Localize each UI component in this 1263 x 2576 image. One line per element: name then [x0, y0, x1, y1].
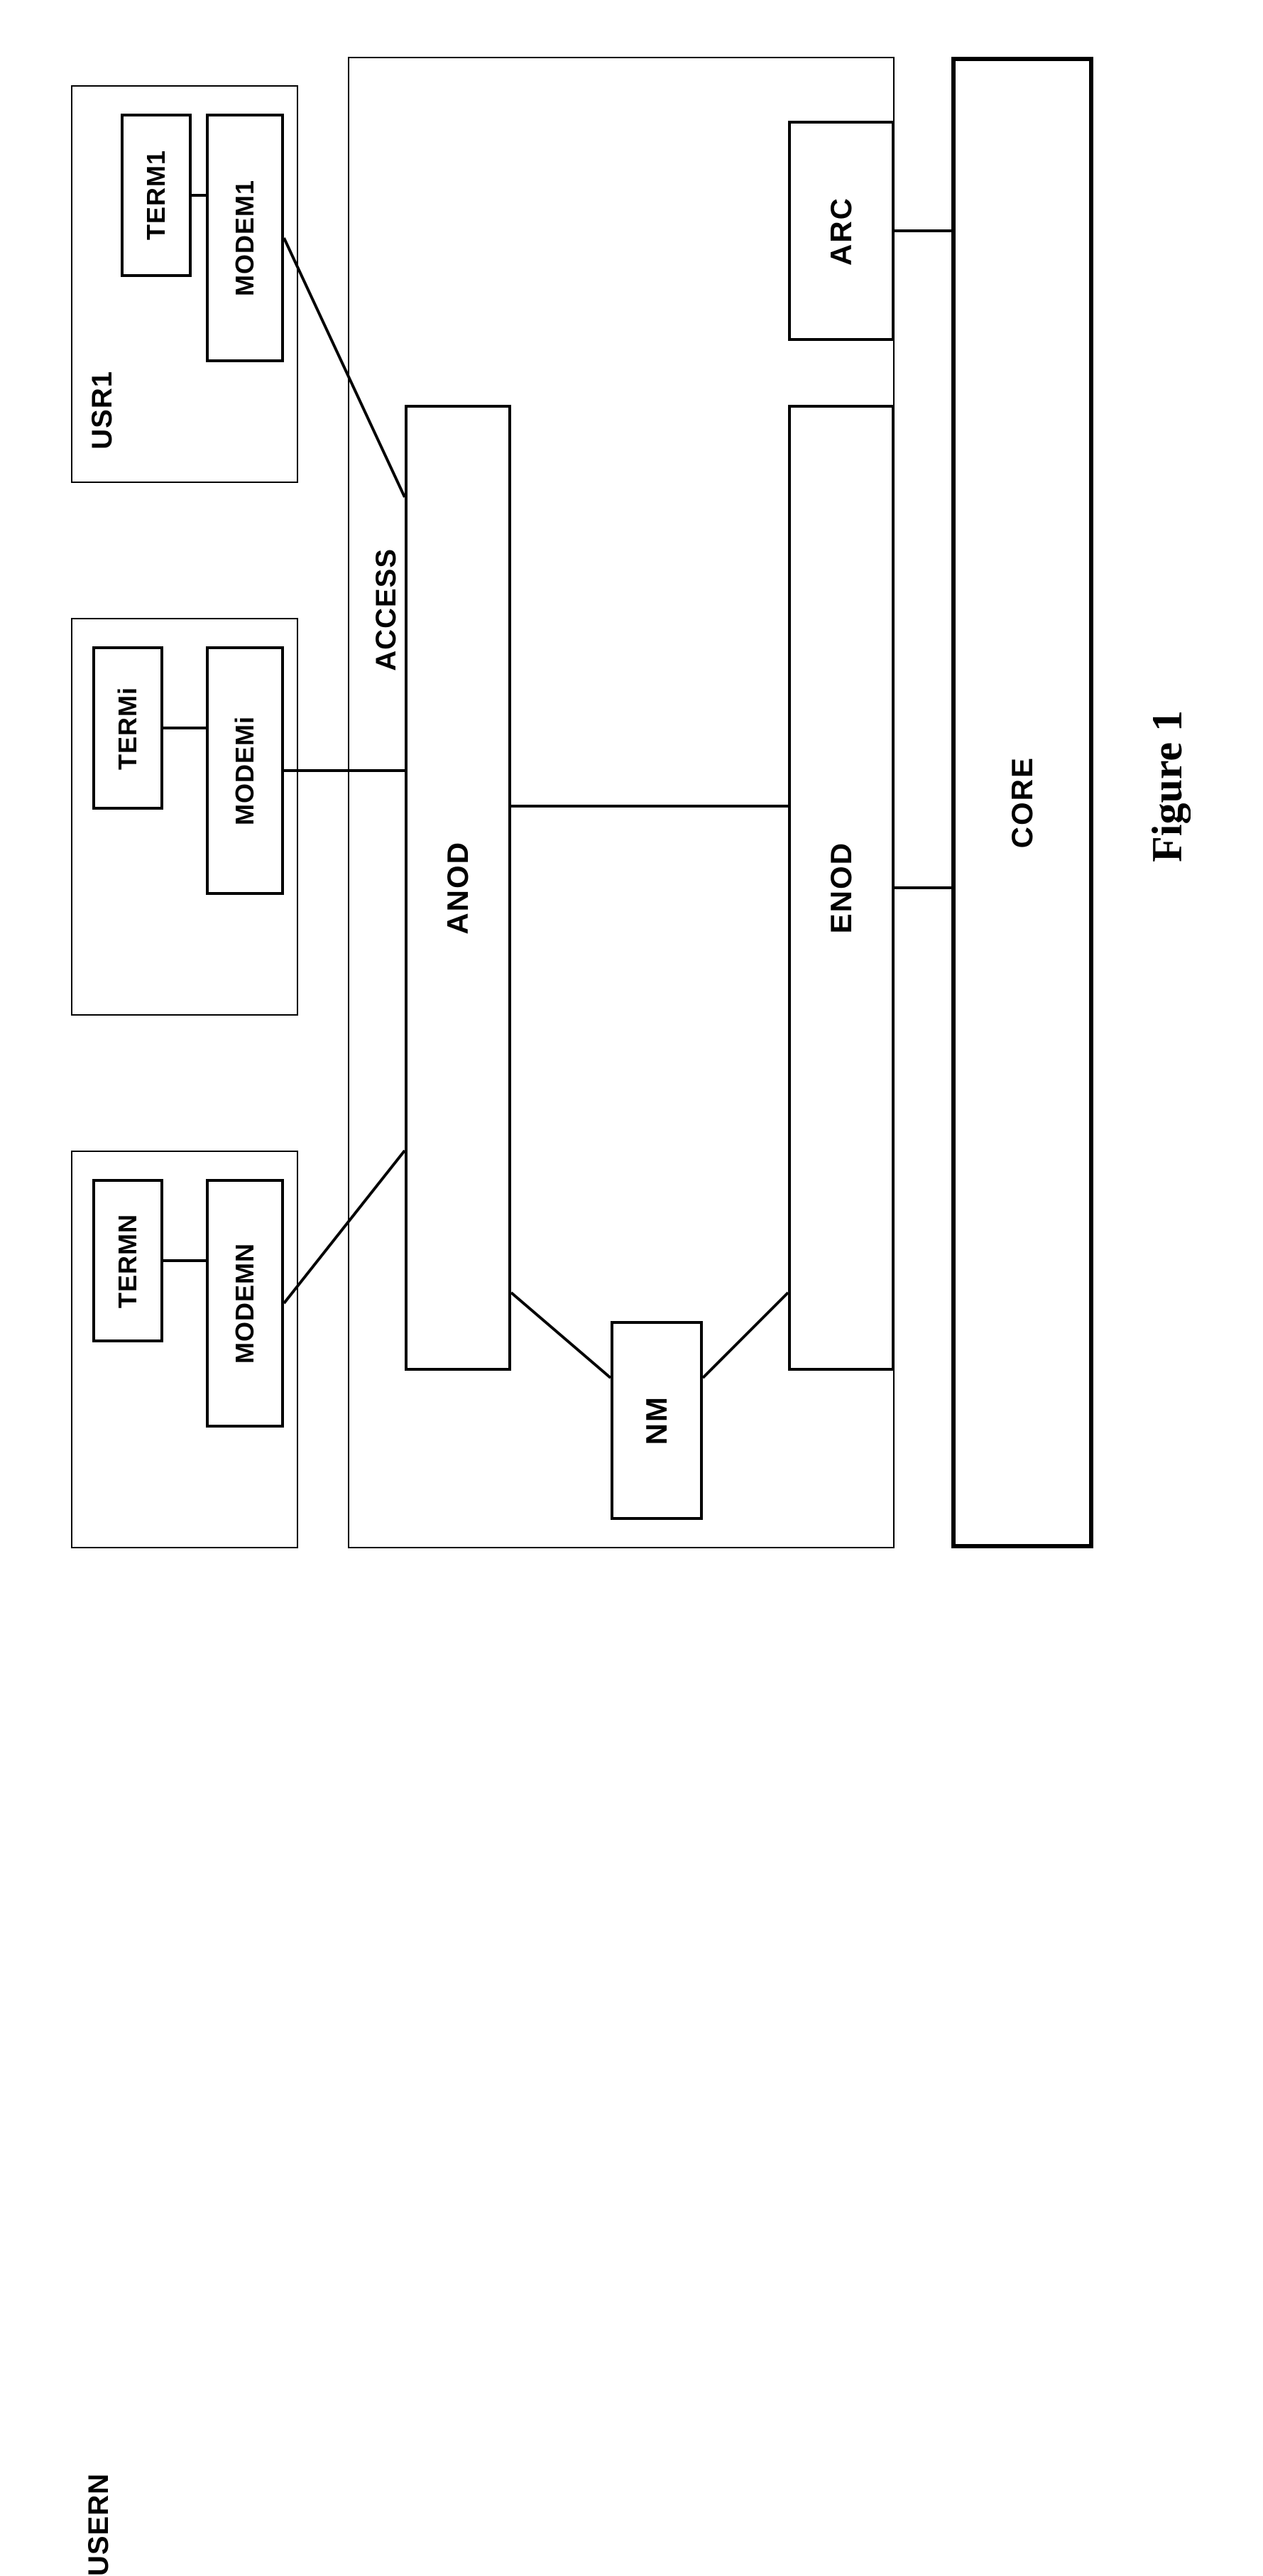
diagram-canvas: CORE ACCESS ARC ENOD ANOD NM USR1 TERM1 … [28, 28, 1235, 1577]
anod-label: ANOD [441, 841, 475, 935]
usri-modem: MODEMi [206, 646, 284, 895]
usri-term: TERMi [92, 646, 163, 810]
nm-label: NM [640, 1396, 674, 1445]
usern-modem: MODEMN [206, 1179, 284, 1428]
enod-label: ENOD [824, 842, 858, 933]
usr1-term: TERM1 [121, 114, 192, 277]
usern-term: TERMN [92, 1179, 163, 1342]
core-block: CORE [951, 57, 1093, 1548]
enod-block: ENOD [788, 405, 895, 1371]
usern-term-label: TERMN [113, 1214, 143, 1308]
core-label: CORE [1005, 756, 1039, 848]
usr1-term-label: TERM1 [141, 150, 171, 240]
usr1-modem-label: MODEM1 [230, 180, 260, 296]
usern-modem-label: MODEMN [230, 1243, 260, 1364]
usern-label: USERN [83, 2473, 115, 2576]
access-label: ACCESS [371, 548, 403, 671]
usr1-modem: MODEM1 [206, 114, 284, 362]
usri-modem-label: MODEMi [230, 716, 260, 825]
arc-label: ARC [824, 197, 858, 266]
usri-term-label: TERMi [113, 687, 143, 770]
anod-block: ANOD [405, 405, 511, 1371]
arc-block: ARC [788, 121, 895, 341]
figure-label: Figure 1 [1143, 710, 1192, 862]
usr1-label: USR1 [87, 371, 119, 450]
nm-block: NM [611, 1321, 703, 1520]
